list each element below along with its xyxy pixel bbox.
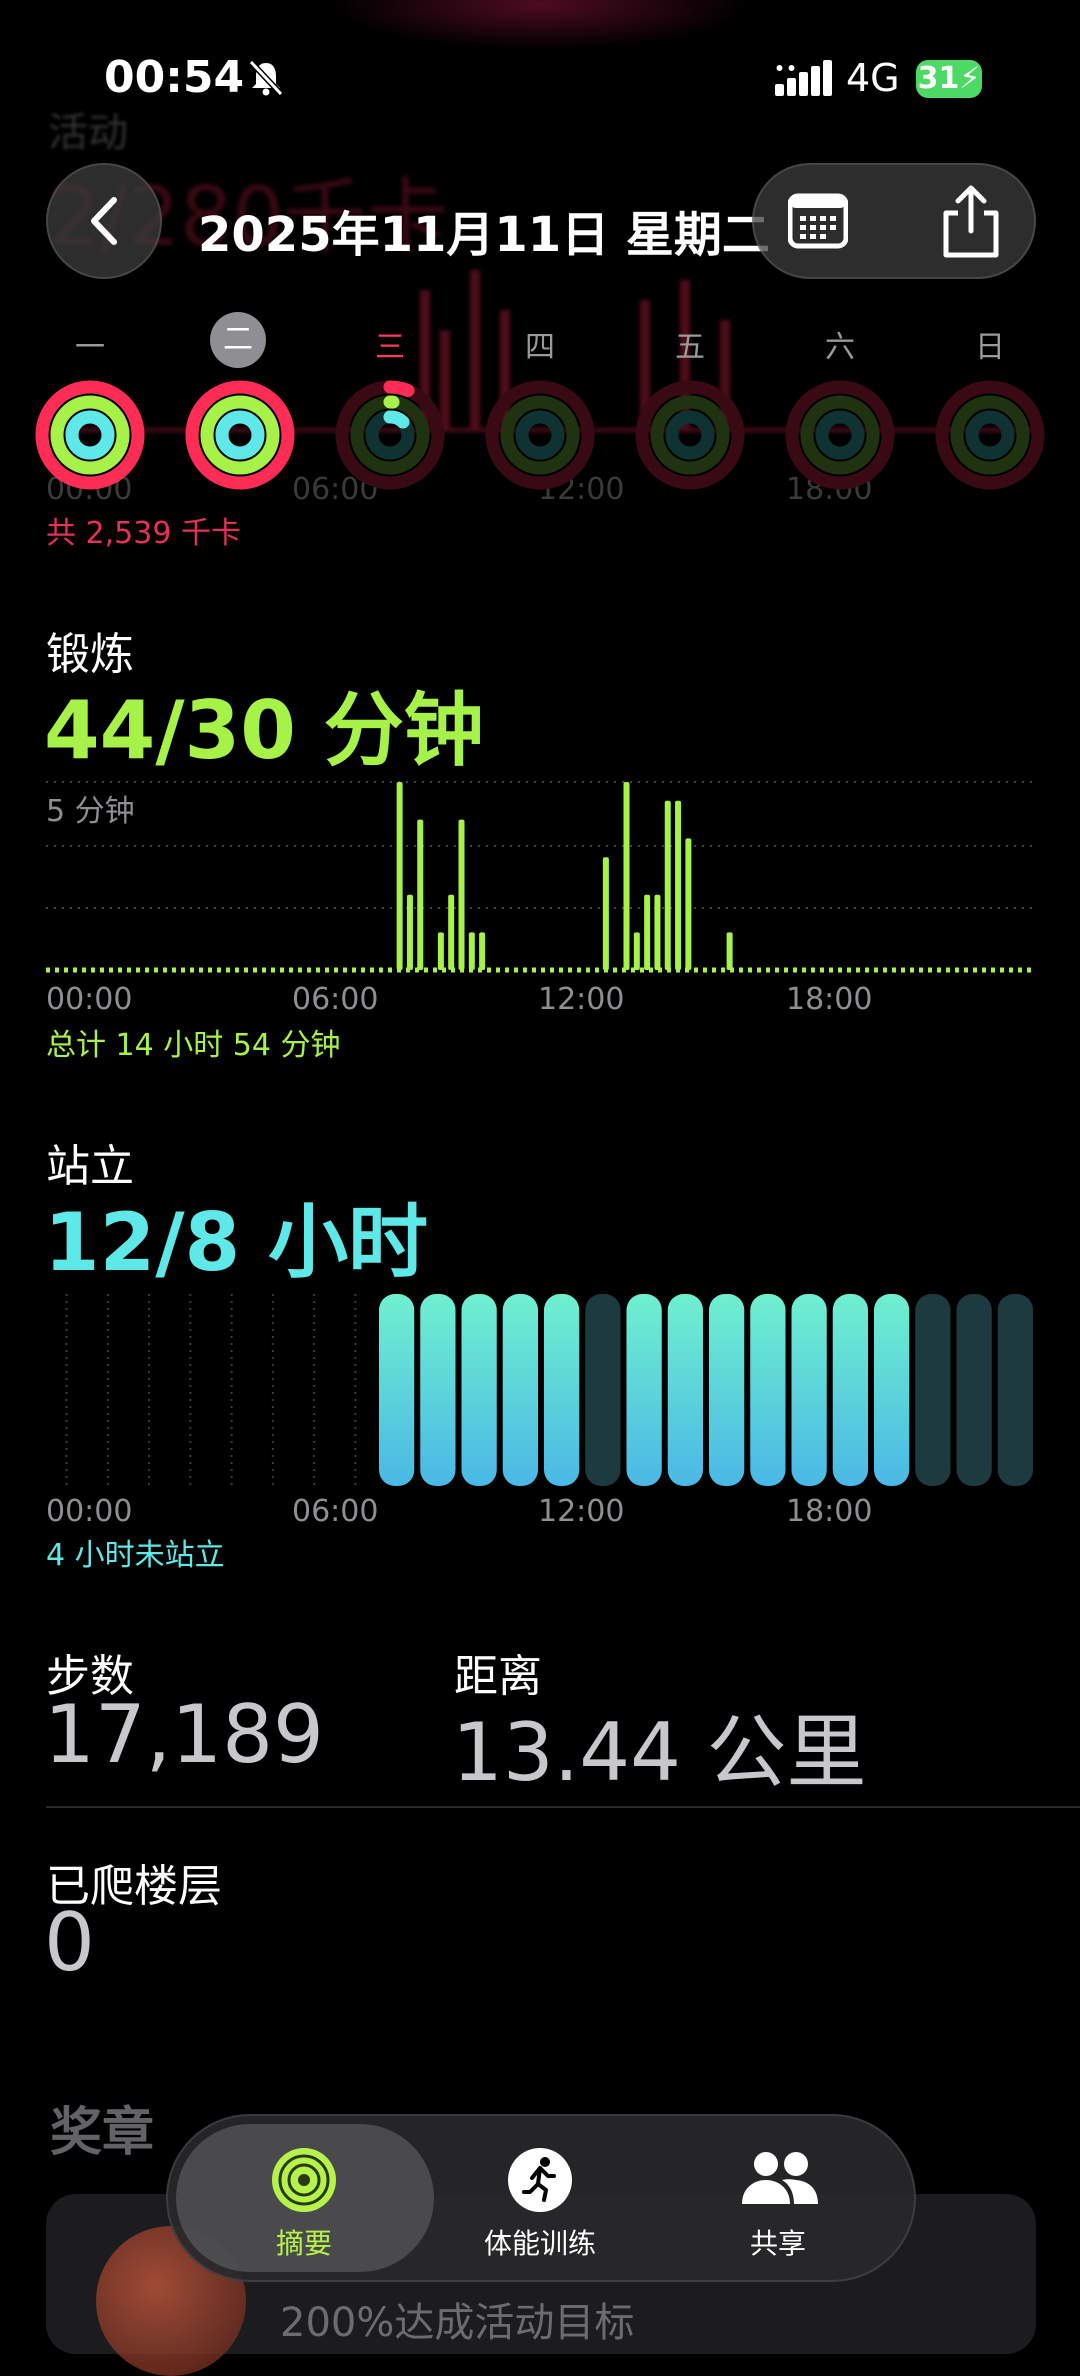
exercise-bar — [437, 932, 444, 970]
exercise-bar — [654, 894, 661, 970]
exercise-tick-2: 12:00 — [538, 982, 625, 1017]
people-icon[interactable] — [734, 2148, 824, 2212]
activity-rings-sun[interactable] — [933, 378, 1047, 492]
stand-bar — [502, 1294, 538, 1486]
exercise-bar — [479, 932, 486, 970]
signal-icon — [775, 60, 832, 96]
exercise-chart — [46, 781, 1036, 973]
back-button[interactable] — [46, 163, 162, 279]
activity-rings-fri[interactable] — [633, 378, 747, 492]
stand-bar — [956, 1294, 992, 1486]
stand-bar — [461, 1294, 497, 1486]
day-tue-selected[interactable]: 二 — [210, 312, 266, 368]
exercise-bar — [664, 800, 671, 970]
floors-value: 0 — [44, 1896, 95, 1989]
share-icon[interactable] — [940, 185, 1002, 259]
activity-rings-mon[interactable] — [33, 378, 147, 492]
exercise-summary: 总计 14 小时 54 分钟 — [46, 1028, 341, 1063]
exercise-bar — [623, 782, 630, 970]
calendar-icon[interactable] — [788, 192, 848, 250]
rings-icon[interactable] — [270, 2146, 338, 2214]
exercise-value: 44/30 分钟 — [44, 684, 484, 777]
tab-sharing[interactable]: 共享 — [668, 2222, 888, 2262]
stand-summary: 4 小时未站立 — [46, 1538, 225, 1573]
chevron-left-icon — [91, 197, 117, 245]
stand-value: 12/8 小时 — [44, 1196, 429, 1289]
background-glow — [330, 0, 750, 50]
stand-tick-0: 00:00 — [46, 1494, 133, 1529]
exercise-bar — [644, 894, 651, 970]
status-time: 00:54 — [104, 52, 245, 103]
stand-bar — [544, 1294, 580, 1486]
day-sat[interactable]: 六 — [810, 322, 870, 366]
activity-rings-thu[interactable] — [483, 378, 597, 492]
exercise-tick-3: 18:00 — [786, 982, 873, 1017]
medal-text: 200%达成活动目标 — [280, 2300, 635, 2346]
stand-bar — [420, 1294, 456, 1486]
activity-rings-tue[interactable] — [183, 378, 297, 492]
stand-tick-2: 12:00 — [538, 1494, 625, 1529]
exercise-bar — [396, 782, 403, 970]
stand-bar — [379, 1294, 415, 1486]
stand-bar — [832, 1294, 868, 1486]
exercise-bar — [458, 819, 465, 970]
stand-tick-1: 06:00 — [292, 1494, 379, 1529]
day-fri[interactable]: 五 — [660, 322, 720, 366]
stand-bar — [750, 1294, 786, 1486]
exercise-tick-1: 06:00 — [292, 982, 379, 1017]
exercise-bar — [726, 932, 733, 970]
stand-chart — [65, 1294, 1033, 1486]
exercise-bar — [417, 819, 424, 970]
exercise-bar — [448, 894, 455, 970]
day-wed[interactable]: 三 — [360, 322, 420, 366]
battery-level: 31 — [917, 61, 960, 96]
stand-bar — [915, 1294, 951, 1486]
tab-summary[interactable]: 摘要 — [194, 2222, 414, 2262]
exercise-bar — [406, 894, 413, 970]
stand-bar — [626, 1294, 662, 1486]
day-sun[interactable]: 日 — [960, 322, 1020, 366]
activity-rings-wed[interactable] — [333, 378, 447, 492]
exercise-bar — [633, 932, 640, 970]
page-title: 2025年11月11日 星期二 — [198, 207, 770, 263]
silent-bell-icon — [248, 59, 284, 97]
stand-bar — [791, 1294, 827, 1486]
steps-value: 17,189 — [44, 1688, 324, 1781]
stand-bar — [709, 1294, 745, 1486]
stats-divider — [46, 1806, 1080, 1808]
exercise-bar — [675, 800, 682, 970]
stand-bar — [585, 1294, 621, 1486]
medals-title: 奖章 — [50, 2103, 155, 2163]
distance-value: 13.44 公里 — [452, 1706, 867, 1799]
exercise-y-max-label: 5 分钟 — [46, 794, 135, 829]
exercise-tick-0: 00:00 — [46, 982, 133, 1017]
day-mon[interactable]: 一 — [60, 322, 120, 366]
exercise-bar — [685, 838, 692, 970]
stand-bar — [667, 1294, 703, 1486]
network-type: 4G — [846, 56, 900, 100]
stand-bar — [997, 1294, 1033, 1486]
stand-bar — [874, 1294, 910, 1486]
move-total: 共 2,539 千卡 — [46, 516, 241, 551]
day-thu[interactable]: 四 — [510, 322, 570, 366]
tab-workouts[interactable]: 体能训练 — [430, 2222, 650, 2262]
activity-rings-sat[interactable] — [783, 378, 897, 492]
stand-tick-3: 18:00 — [786, 1494, 873, 1529]
exercise-bar — [602, 857, 609, 970]
running-icon[interactable] — [506, 2146, 574, 2214]
exercise-bar — [468, 932, 475, 970]
battery-indicator: 31⚡ — [916, 60, 982, 98]
